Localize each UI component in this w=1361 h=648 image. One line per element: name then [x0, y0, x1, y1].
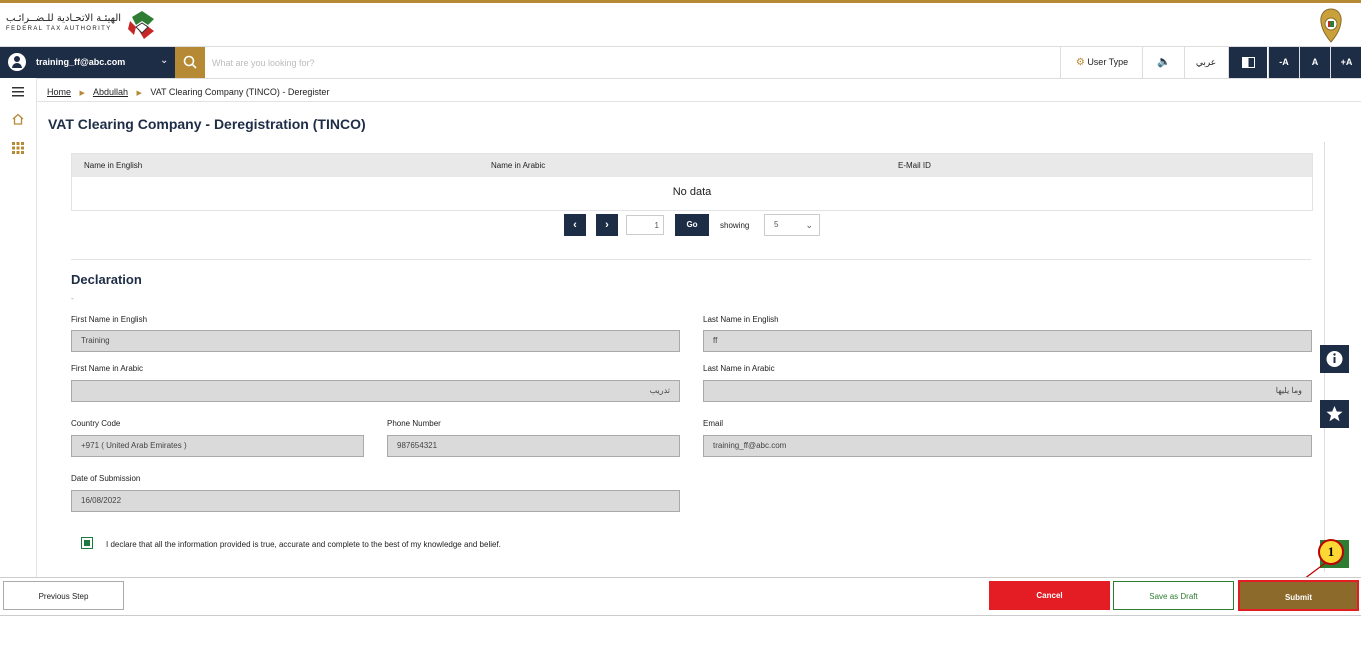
user-type-label: User Type — [1087, 57, 1129, 67]
chevron-right-icon: › — [605, 219, 609, 231]
breadcrumb-arrow-icon: ▶ — [79, 90, 85, 97]
breadcrumb-home-link[interactable]: Home — [47, 87, 71, 97]
fta-logo-icon[interactable] — [124, 7, 160, 43]
font-decrease-button[interactable]: -A — [1268, 47, 1299, 78]
date-of-submission-field: 16/08/2022 — [71, 490, 680, 512]
fta-logo-arabic-text: الهيئـة الاتحـادية للـضــرائـب — [6, 13, 122, 24]
footer-actions: Previous Step Cancel Save as Draft Submi… — [0, 577, 1361, 616]
step-annotation-badge: 1 — [1318, 539, 1344, 565]
email-label: Email — [703, 419, 724, 428]
audio-button[interactable]: 🔈 — [1142, 47, 1185, 78]
favorites-button[interactable] — [1320, 400, 1349, 428]
search-input[interactable] — [210, 51, 1034, 75]
user-type-button[interactable]: ⚙ User Type — [1060, 47, 1143, 78]
column-header-name-english: Name in English — [84, 161, 143, 170]
pager-size-value: 5 — [774, 220, 779, 229]
language-toggle[interactable]: عربي — [1184, 47, 1227, 78]
header: الهيئـة الاتحـادية للـضــرائـب FEDERAL T… — [0, 3, 1361, 46]
user-menu[interactable]: training_ff@abc.com ⌄ — [0, 47, 175, 78]
contacts-table: Name in English Name in Arabic E-Mail ID… — [71, 153, 1313, 211]
contrast-button[interactable] — [1228, 47, 1267, 78]
chevron-left-icon: ‹ — [573, 219, 577, 231]
first-name-english-field: Training — [71, 330, 680, 352]
first-name-english-label: First Name in English — [71, 315, 148, 324]
submit-button[interactable]: Submit — [1238, 580, 1359, 611]
chevron-down-icon: ⌄ — [805, 220, 813, 230]
search-icon — [183, 55, 197, 69]
column-header-email: E-Mail ID — [898, 161, 931, 170]
last-name-english-label: Last Name in English — [703, 315, 779, 324]
fta-logo-english-text: FEDERAL TAX AUTHORITY — [6, 26, 112, 32]
cancel-button[interactable]: Cancel — [989, 581, 1110, 610]
breadcrumb-current: VAT Clearing Company (TINCO) - Deregiste… — [150, 87, 330, 97]
country-code-label: Country Code — [71, 419, 121, 428]
last-name-english-field: ff — [703, 330, 1312, 352]
pager-prev-button[interactable]: ‹ — [564, 214, 586, 236]
country-code-field: +971 ( United Arab Emirates ) — [71, 435, 364, 457]
declaration-checkbox[interactable] — [81, 537, 93, 549]
breadcrumb: Home ▶ Abdullah ▶ VAT Clearing Company (… — [47, 87, 329, 97]
user-avatar-icon — [8, 53, 26, 71]
first-name-arabic-field: تدريب — [71, 380, 680, 402]
pager-next-button[interactable]: › — [596, 214, 618, 236]
declaration-marker: - — [71, 294, 74, 303]
speaker-icon: 🔈 — [1157, 56, 1171, 68]
breadcrumb-arrow-icon: ▶ — [136, 90, 142, 97]
info-icon — [1326, 351, 1343, 367]
section-divider — [71, 259, 1311, 260]
pager-showing-label: showing — [720, 221, 750, 230]
last-name-arabic-label: Last Name in Arabic — [703, 364, 775, 373]
last-name-arabic-field: وما يليها — [703, 380, 1312, 402]
breadcrumb-divider — [36, 101, 1361, 102]
declaration-consent-text: I declare that all the information provi… — [106, 540, 501, 549]
save-as-draft-button[interactable]: Save as Draft — [1113, 581, 1234, 610]
phone-number-field: 987654321 — [387, 435, 680, 457]
gear-icon: ⚙ — [1075, 57, 1085, 68]
font-normal-button[interactable]: A — [1299, 47, 1330, 78]
star-icon — [1326, 406, 1343, 422]
left-rail — [0, 78, 37, 578]
apps-grid-icon[interactable] — [11, 141, 25, 155]
contrast-icon — [1241, 57, 1255, 69]
phone-number-label: Phone Number — [387, 419, 441, 428]
pager-go-button[interactable]: Go — [675, 214, 709, 236]
user-email: training_ff@abc.com — [36, 57, 126, 67]
font-increase-button[interactable]: +A — [1330, 47, 1361, 78]
page-title: VAT Clearing Company - Deregistration (T… — [48, 116, 366, 132]
uae-emblem-icon — [1320, 8, 1342, 43]
email-field: training_ff@abc.com — [703, 435, 1312, 457]
breadcrumb-user-link[interactable]: Abdullah — [93, 87, 128, 97]
declaration-title: Declaration — [71, 272, 142, 287]
table-header: Name in English Name in Arabic E-Mail ID — [72, 154, 1312, 177]
top-navbar: training_ff@abc.com ⌄ ⚙ User Type 🔈 عربي… — [0, 46, 1361, 79]
home-icon[interactable] — [11, 112, 25, 126]
info-button[interactable] — [1320, 345, 1349, 373]
pager-page-input[interactable]: 1 — [626, 215, 664, 235]
hamburger-menu-icon[interactable] — [11, 85, 25, 99]
pager-size-select[interactable]: 5 ⌄ — [764, 214, 820, 236]
previous-step-button[interactable]: Previous Step — [3, 581, 124, 610]
form-panel: Name in English Name in Arabic E-Mail ID… — [36, 142, 1325, 572]
table-empty-message: No data — [672, 186, 712, 198]
chevron-down-icon[interactable]: ⌄ — [160, 55, 168, 66]
first-name-arabic-label: First Name in Arabic — [71, 364, 144, 373]
date-of-submission-label: Date of Submission — [71, 474, 141, 483]
column-header-name-arabic: Name in Arabic — [491, 161, 546, 170]
search-button[interactable] — [175, 47, 205, 78]
